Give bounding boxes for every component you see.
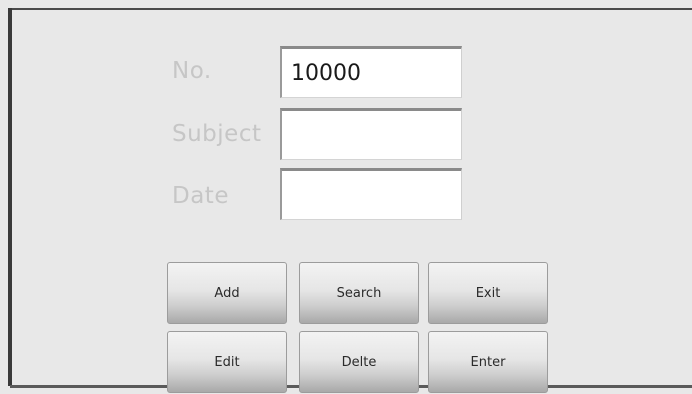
app-window: No. Subject Date Add Search Exit Edit De… [0, 0, 692, 394]
enter-button[interactable]: Enter [428, 331, 548, 393]
search-button[interactable]: Search [299, 262, 419, 324]
delete-button[interactable]: Delte [299, 331, 419, 393]
date-label: Date [172, 183, 229, 209]
window-top-border [10, 8, 692, 10]
edit-button[interactable]: Edit [167, 331, 287, 393]
window-left-border [8, 8, 12, 386]
no-input[interactable] [280, 46, 462, 98]
exit-button[interactable]: Exit [428, 262, 548, 324]
date-input[interactable] [280, 168, 462, 220]
add-button[interactable]: Add [167, 262, 287, 324]
subject-label: Subject [172, 121, 262, 147]
subject-input[interactable] [280, 108, 462, 160]
no-label: No. [172, 58, 212, 84]
